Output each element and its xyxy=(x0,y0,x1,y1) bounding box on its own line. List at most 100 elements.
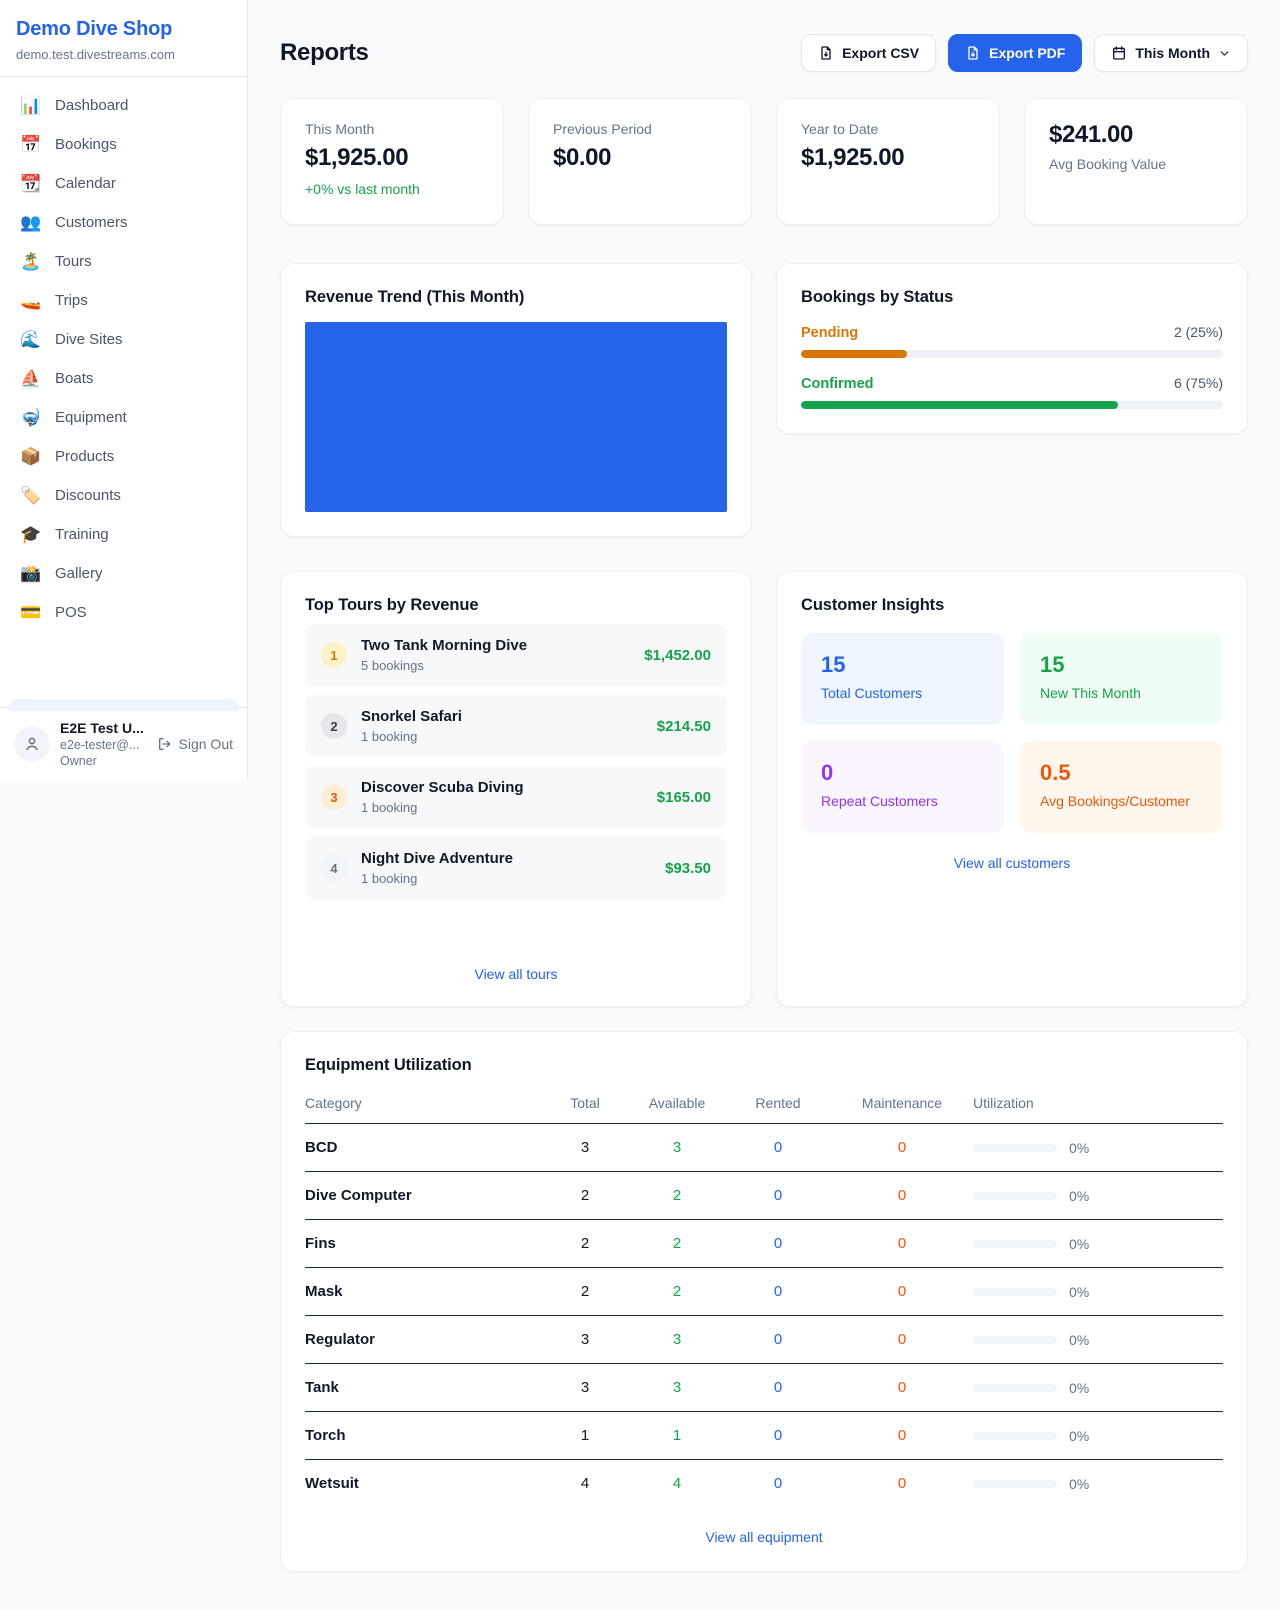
cell-total: 2 xyxy=(541,1235,629,1252)
cell-maintenance: 0 xyxy=(831,1379,973,1396)
sidebar-item-customers[interactable]: 👥 Customers xyxy=(8,204,239,241)
insights-row: Top Tours by Revenue 1 Two Tank Morning … xyxy=(280,571,1248,1007)
insight-label: Total Customers xyxy=(821,685,984,701)
cell-utilization: 0% xyxy=(973,1332,1223,1348)
cell-utilization: 0% xyxy=(973,1236,1223,1252)
sidebar-item-tours[interactable]: 🏝️ Tours xyxy=(8,243,239,280)
status-count: 6 (75%) xyxy=(1174,375,1223,391)
utilization-text: 0% xyxy=(1069,1188,1089,1204)
sidebar-item-boats[interactable]: ⛵ Boats xyxy=(8,360,239,397)
tour-name: Two Tank Morning Dive xyxy=(361,637,630,654)
sidebar-item-gallery[interactable]: 📸 Gallery xyxy=(8,555,239,592)
tour-row: 2 Snorkel Safari 1 booking $214.50 xyxy=(305,695,727,757)
shop-domain: demo.test.divestreams.com xyxy=(16,47,231,62)
period-label: This Month xyxy=(1135,45,1210,61)
utilization-text: 0% xyxy=(1069,1236,1089,1252)
cell-rented: 0 xyxy=(725,1139,831,1156)
cell-rented: 0 xyxy=(725,1475,831,1492)
island-icon: 🏝️ xyxy=(20,253,42,270)
user-email: e2e-tester@... xyxy=(60,738,147,752)
sidebar-item-label: Discounts xyxy=(55,487,121,504)
table-row: Tank 3 3 0 0 0% xyxy=(305,1364,1223,1412)
sidebar-item-label: Training xyxy=(55,526,109,543)
tour-bookings: 1 booking xyxy=(361,871,651,886)
cell-category: Regulator xyxy=(305,1331,541,1348)
sidebar-item-dashboard[interactable]: 📊 Dashboard xyxy=(8,87,239,124)
cell-available: 2 xyxy=(629,1235,725,1252)
page-header: Reports Export CSV Export PDF This Month xyxy=(280,34,1248,72)
cell-available: 2 xyxy=(629,1283,725,1300)
cell-rented: 0 xyxy=(725,1187,831,1204)
sidebar-item-discounts[interactable]: 🏷️ Discounts xyxy=(8,477,239,514)
view-all-equipment-link[interactable]: View all equipment xyxy=(305,1529,1223,1545)
view-all-tours-link[interactable]: View all tours xyxy=(305,948,727,982)
cell-total: 1 xyxy=(541,1427,629,1444)
cell-maintenance: 0 xyxy=(831,1235,973,1252)
stat-value: $1,925.00 xyxy=(801,144,975,172)
utilization-text: 0% xyxy=(1069,1284,1089,1300)
tour-bookings: 1 booking xyxy=(361,729,643,744)
insight-label: Repeat Customers xyxy=(821,793,984,809)
sidebar-nav: 📊 Dashboard 📅 Bookings 📆 Calendar 👥 Cust… xyxy=(0,77,247,707)
export-pdf-button[interactable]: Export PDF xyxy=(948,34,1082,72)
cell-rented: 0 xyxy=(725,1331,831,1348)
cell-maintenance: 0 xyxy=(831,1283,973,1300)
cell-available: 3 xyxy=(629,1379,725,1396)
credit-card-icon: 💳 xyxy=(20,604,42,621)
column-header: Total xyxy=(541,1095,629,1111)
insight-tile-avg-bookings: 0.5 Avg Bookings/Customer xyxy=(1020,741,1223,833)
utilization-text: 0% xyxy=(1069,1332,1089,1348)
period-dropdown[interactable]: This Month xyxy=(1094,34,1248,72)
table-row: Dive Computer 2 2 0 0 0% xyxy=(305,1172,1223,1220)
cell-available: 3 xyxy=(629,1331,725,1348)
sign-out-icon xyxy=(157,736,173,752)
table-row: Regulator 3 3 0 0 0% xyxy=(305,1316,1223,1364)
sign-out-button[interactable]: Sign Out xyxy=(157,736,233,752)
cell-category: Dive Computer xyxy=(305,1187,541,1204)
revenue-trend-panel: Revenue Trend (This Month) xyxy=(280,263,752,537)
insight-label: Avg Bookings/Customer xyxy=(1040,793,1203,809)
stat-card-year-to-date: Year to Date $1,925.00 xyxy=(776,98,1000,225)
equipment-utilization-panel: Equipment Utilization Category Total Ava… xyxy=(280,1031,1248,1572)
sidebar-item-training[interactable]: 🎓 Training xyxy=(8,516,239,553)
sidebar-item-partial-highlight[interactable] xyxy=(8,699,239,711)
sidebar-item-pos[interactable]: 💳 POS xyxy=(8,594,239,631)
utilization-text: 0% xyxy=(1069,1476,1089,1492)
cell-category: BCD xyxy=(305,1139,541,1156)
sidebar-item-bookings[interactable]: 📅 Bookings xyxy=(8,126,239,163)
cell-category: Torch xyxy=(305,1427,541,1444)
sidebar-item-label: Boats xyxy=(55,370,93,387)
cell-category: Wetsuit xyxy=(305,1475,541,1492)
page-title: Reports xyxy=(280,39,369,67)
sidebar-item-label: Dive Sites xyxy=(55,331,123,348)
cell-total: 3 xyxy=(541,1331,629,1348)
tour-bookings: 1 booking xyxy=(361,800,643,815)
stat-card-avg-booking-value: $241.00 Avg Booking Value xyxy=(1024,98,1248,225)
cell-maintenance: 0 xyxy=(831,1427,973,1444)
stat-value: $0.00 xyxy=(553,144,727,172)
user-info: E2E Test U... e2e-tester@... Owner xyxy=(60,720,147,768)
column-header: Rented xyxy=(725,1095,831,1111)
export-csv-button[interactable]: Export CSV xyxy=(801,34,936,72)
utilization-track xyxy=(973,1384,1057,1392)
cell-available: 2 xyxy=(629,1187,725,1204)
stat-delta: +0% vs last month xyxy=(305,181,479,197)
sidebar-item-equipment[interactable]: 🤿 Equipment xyxy=(8,399,239,436)
sidebar-item-calendar[interactable]: 📆 Calendar xyxy=(8,165,239,202)
sidebar-item-dive-sites[interactable]: 🌊 Dive Sites xyxy=(8,321,239,358)
cell-maintenance: 0 xyxy=(831,1187,973,1204)
sidebar-item-trips[interactable]: 🚤 Trips xyxy=(8,282,239,319)
insight-value: 0 xyxy=(821,760,984,786)
calendar-icon xyxy=(1111,45,1127,61)
wave-icon: 🌊 xyxy=(20,331,42,348)
utilization-track xyxy=(973,1192,1057,1200)
column-header: Available xyxy=(629,1095,725,1111)
insight-value: 15 xyxy=(1040,652,1203,678)
status-row-confirmed: Confirmed 6 (75%) xyxy=(801,375,1223,409)
panel-title: Revenue Trend (This Month) xyxy=(305,288,727,307)
sidebar-item-products[interactable]: 📦 Products xyxy=(8,438,239,475)
export-pdf-label: Export PDF xyxy=(989,45,1065,61)
sidebar-item-label: Tours xyxy=(55,253,92,270)
calendar-icon: 📆 xyxy=(20,175,42,192)
view-all-customers-link[interactable]: View all customers xyxy=(801,855,1223,871)
